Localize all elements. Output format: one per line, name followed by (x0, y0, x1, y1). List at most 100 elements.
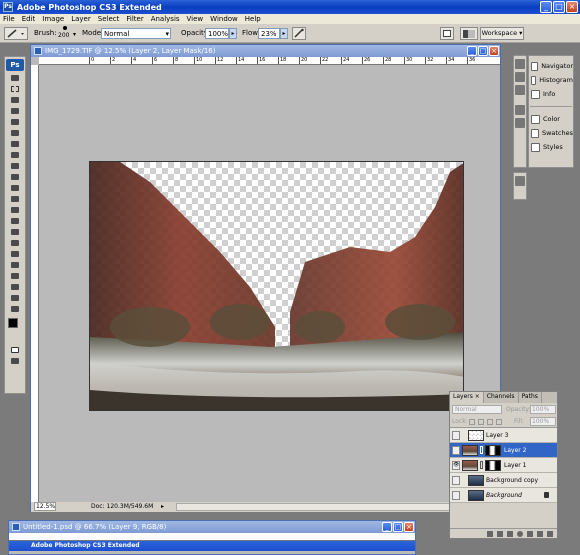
menu-window[interactable]: Window (210, 14, 238, 24)
tool-presets-icon[interactable] (515, 59, 525, 69)
hand-tool[interactable] (8, 294, 22, 302)
blend-mode-select[interactable]: Normal (452, 405, 502, 414)
flow-field[interactable]: 23% (258, 28, 280, 39)
clone-stamp-tool[interactable] (8, 162, 22, 170)
lock-all-icon[interactable] (496, 419, 502, 425)
mask-link-icon[interactable] (480, 461, 483, 469)
healing-brush-tool[interactable] (8, 140, 22, 148)
eraser-tool[interactable] (8, 184, 22, 192)
layer-mask-thumbnail[interactable] (485, 459, 501, 471)
new-group-icon[interactable] (527, 530, 533, 537)
tab-layers[interactable]: Layers × (450, 392, 484, 403)
layer-comps-icon[interactable] (515, 176, 525, 186)
palette-toggle-button[interactable] (460, 27, 478, 40)
maximize-button[interactable]: □ (553, 1, 565, 13)
tool-preset-picker[interactable] (4, 27, 28, 40)
menu-filter[interactable]: Filter (126, 14, 143, 24)
lock-position-icon[interactable] (487, 419, 493, 425)
layer-row-background-copy[interactable]: Background copy (450, 473, 557, 488)
panel-color[interactable]: Color (529, 112, 573, 126)
doc-minimize-button[interactable]: _ (467, 46, 477, 56)
opacity-field[interactable]: 100% (205, 28, 229, 39)
menu-analysis[interactable]: Analysis (151, 14, 180, 24)
horizontal-scrollbar[interactable] (176, 503, 486, 511)
brushes-icon[interactable] (515, 72, 525, 82)
link-layers-icon[interactable] (487, 530, 493, 537)
zoom-field[interactable]: 12.5% (34, 502, 56, 511)
trash-icon[interactable] (547, 530, 553, 537)
doc2-minimize-button[interactable]: _ (382, 522, 392, 532)
menu-edit[interactable]: Edit (22, 14, 36, 24)
zoom-tool[interactable] (8, 305, 22, 313)
paragraph-icon[interactable] (515, 118, 525, 128)
lasso-tool[interactable] (8, 96, 22, 104)
visibility-toggle[interactable] (452, 445, 460, 455)
shape-tool[interactable] (8, 261, 22, 269)
quick-mask-button[interactable] (8, 346, 22, 354)
lock-transparency-icon[interactable] (469, 419, 475, 425)
blur-tool[interactable] (8, 206, 22, 214)
lock-pixels-icon[interactable] (478, 419, 484, 425)
canvas-area[interactable] (39, 65, 500, 502)
menu-help[interactable]: Help (245, 14, 261, 24)
visibility-toggle[interactable] (452, 430, 460, 440)
brush-tool[interactable] (8, 151, 22, 159)
menu-select[interactable]: Select (98, 14, 120, 24)
panel-navigator[interactable]: Navigator (529, 59, 573, 73)
layer-mask-thumbnail[interactable] (485, 444, 501, 456)
layers-empty-area[interactable] (450, 503, 557, 523)
pen-tool[interactable] (8, 228, 22, 236)
minimize-button[interactable]: _ (540, 1, 552, 13)
notes-tool[interactable] (8, 272, 22, 280)
panel-info[interactable]: Info (529, 87, 573, 101)
file-browser-button[interactable] (440, 27, 454, 40)
workspace-menu[interactable]: Workspace ▾ (480, 27, 524, 40)
close-button[interactable]: × (566, 1, 578, 13)
document-title-bar[interactable]: IMG_1729.TIF @ 12.5% (Layer 2, Layer Mas… (31, 45, 500, 57)
mask-link-icon[interactable] (480, 446, 483, 454)
doc-close-button[interactable]: × (489, 46, 499, 56)
crop-tool[interactable] (8, 118, 22, 126)
horizontal-ruler[interactable]: 0 2 4 6 8 10 12 14 16 18 20 22 24 26 28 30 32 34 36 (39, 57, 500, 65)
slice-tool[interactable] (8, 129, 22, 137)
mode-select[interactable]: Normal ▾ (101, 28, 171, 39)
new-layer-icon[interactable] (537, 530, 543, 537)
vertical-ruler[interactable] (31, 65, 39, 502)
fill-field[interactable]: 100% (530, 417, 556, 426)
screen-mode-button[interactable] (8, 357, 22, 365)
panel-histogram[interactable]: Histogram (529, 73, 573, 87)
gradient-tool[interactable] (8, 195, 22, 203)
add-mask-icon[interactable] (507, 530, 513, 537)
panel-swatches[interactable]: Swatches (529, 126, 573, 140)
menu-image[interactable]: Image (42, 14, 64, 24)
layer-row-layer-2[interactable]: Layer 2 (450, 443, 557, 458)
second-document-title-bar[interactable]: Untitled-1.psd @ 66.7% (Layer 9, RGB/8) … (9, 521, 415, 533)
document-image[interactable] (89, 161, 464, 411)
tab-channels[interactable]: Channels (484, 392, 519, 403)
layer-opacity-field[interactable]: 100% (530, 405, 556, 414)
layer-row-background[interactable]: Background (450, 488, 557, 503)
opacity-arrow-icon[interactable]: ▸ (229, 28, 237, 39)
history-brush-tool[interactable] (8, 173, 22, 181)
visibility-toggle[interactable] (452, 490, 460, 500)
doc2-close-button[interactable]: × (404, 522, 414, 532)
tab-paths[interactable]: Paths (519, 392, 542, 403)
menu-file[interactable]: File (3, 14, 15, 24)
foreground-color-swatch[interactable] (8, 318, 18, 328)
menu-view[interactable]: View (187, 14, 204, 24)
layer-style-icon[interactable] (497, 530, 503, 537)
character-icon[interactable] (515, 105, 525, 115)
airbrush-toggle[interactable] (292, 27, 306, 40)
status-menu-arrow-icon[interactable]: ▸ (161, 503, 168, 510)
move-tool[interactable] (8, 74, 22, 82)
marquee-tool[interactable] (8, 85, 22, 93)
dodge-tool[interactable] (8, 217, 22, 225)
second-document-ruler[interactable] (9, 533, 415, 541)
magic-wand-tool[interactable] (8, 107, 22, 115)
color-swatches[interactable] (5, 318, 25, 336)
visibility-toggle[interactable] (452, 475, 460, 485)
panel-styles[interactable]: Styles (529, 140, 573, 154)
layer-row-layer-1[interactable]: 👁 Layer 1 (450, 458, 557, 473)
type-tool[interactable] (8, 239, 22, 247)
doc2-maximize-button[interactable]: □ (393, 522, 403, 532)
